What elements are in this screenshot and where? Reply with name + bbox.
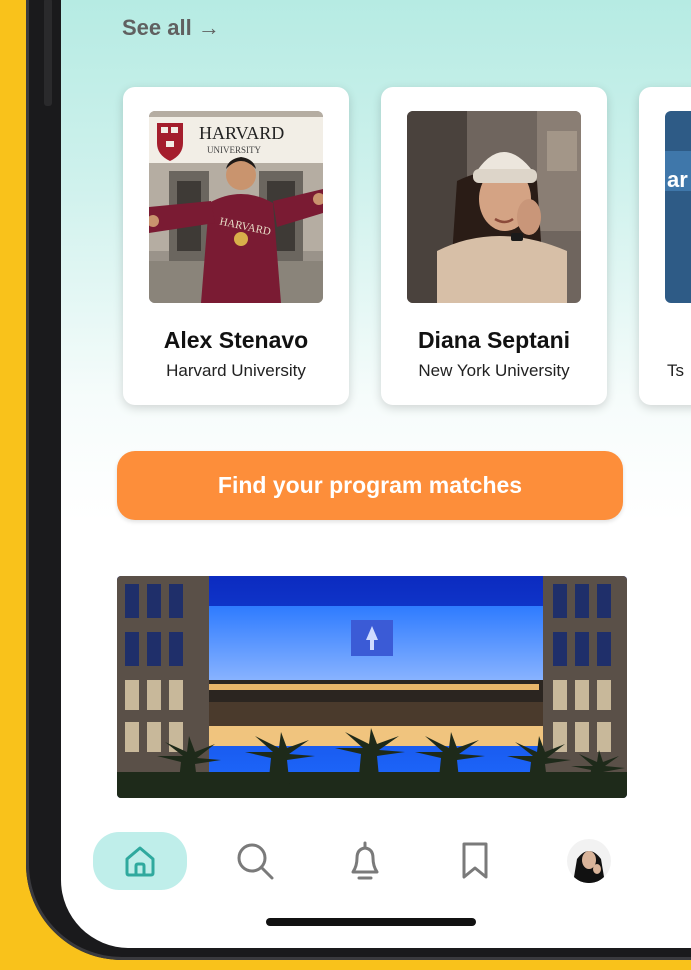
nav-search[interactable] [227, 832, 283, 890]
nav-profile[interactable] [561, 832, 617, 890]
student-card-alex[interactable]: HARVARD UNIVERSITY HARVARD Alex Stenavo … [123, 87, 349, 405]
student-name: Diana Septani [417, 327, 571, 353]
home-icon [125, 846, 155, 877]
harvard-logo-text: HARVARD [199, 123, 284, 143]
student-photo: HARVARD UNIVERSITY HARVARD [149, 111, 323, 303]
student-card-diana[interactable]: Diana Septani New York University [381, 87, 607, 405]
home-indicator [266, 918, 476, 926]
nav-home[interactable] [93, 832, 187, 890]
bell-icon [351, 841, 379, 880]
bookmark-icon [462, 842, 488, 879]
nav-notifications[interactable] [337, 832, 393, 890]
sign-text: ar [667, 167, 688, 192]
profile-avatar [567, 839, 611, 883]
see-all-link[interactable]: See all → [122, 15, 220, 41]
student-university: Harvard University [166, 361, 306, 380]
student-university: Ts [667, 361, 684, 380]
find-program-matches-button[interactable]: Find your program matches [117, 451, 623, 520]
nav-saved[interactable] [447, 832, 503, 890]
harvard-logo-subtext: UNIVERSITY [207, 145, 261, 155]
student-card-partial[interactable]: ar Ts [639, 87, 691, 405]
student-university: New York University [418, 361, 570, 380]
search-icon [237, 843, 274, 880]
stage: See all → HARVARD UNIVERSITY HARVARD Ale… [0, 0, 691, 970]
campus-photo[interactable] [117, 576, 627, 798]
student-photo [407, 111, 581, 303]
volume-down-button [44, 0, 52, 106]
student-name: Alex Stenavo [163, 327, 309, 353]
app-screen: See all → HARVARD UNIVERSITY HARVARD Ale… [61, 0, 691, 948]
student-photo: ar [665, 111, 691, 303]
